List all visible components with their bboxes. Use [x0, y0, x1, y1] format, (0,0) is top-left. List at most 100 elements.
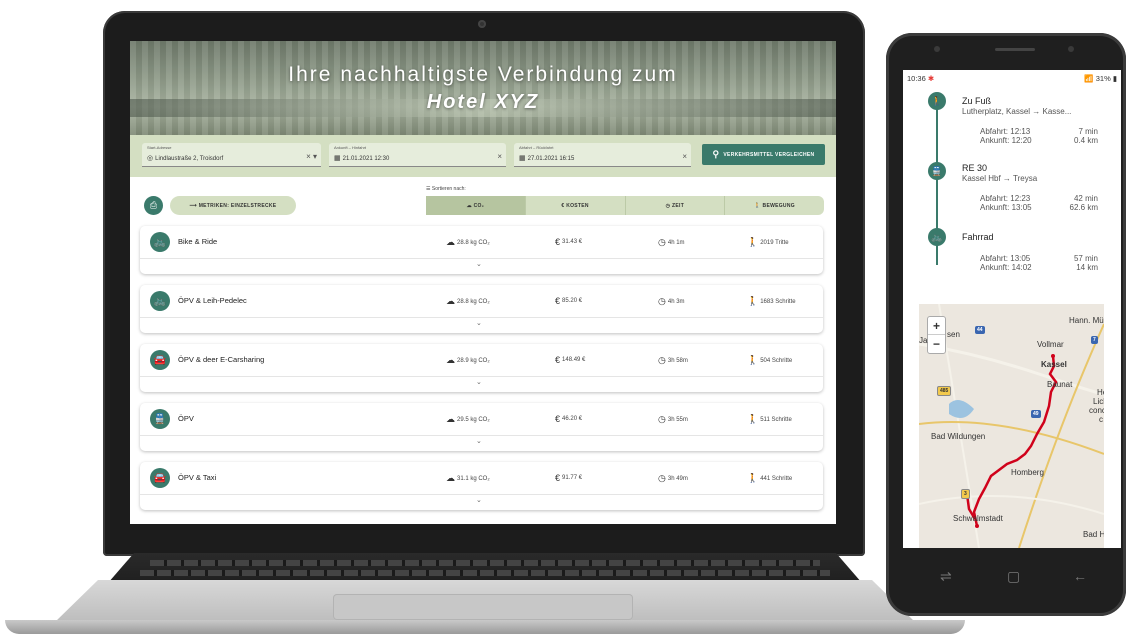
map-graphic	[919, 304, 1104, 548]
recent-apps-icon[interactable]: ⇌	[940, 568, 952, 585]
road-shield: 485	[937, 386, 952, 396]
chevron-down-icon[interactable]: ⌄	[476, 319, 482, 327]
road-shield: 49	[1031, 410, 1041, 418]
row-co2: ☁ 28.8 kg CO₂	[446, 237, 490, 248]
row-co2: ☁ 31.1 kg CO₂	[446, 473, 490, 484]
row-co2: ☁ 29.5 kg CO₂	[446, 414, 490, 425]
cloud-icon: ☁	[446, 237, 455, 247]
row-co2: ☁ 28.9 kg CO₂	[446, 355, 490, 366]
stopwatch-icon: ◷	[658, 473, 666, 483]
tab-label: KOSTEN	[566, 202, 589, 209]
route-map[interactable]: + − Hann. Mü Vollmar Kassel Baunat He Li…	[919, 304, 1104, 548]
chevron-down-icon[interactable]: ⌄	[476, 496, 482, 504]
field-value: 21.01.2021 12:30	[342, 156, 390, 162]
tab-label: CO₂	[473, 202, 485, 209]
tab-cost[interactable]: € KOSTEN	[526, 196, 626, 215]
start-address-field[interactable]: Start-Adresse ◎ Lindlaustraße 2, Troisdor…	[142, 143, 321, 167]
search-bar: Start-Adresse ◎ Lindlaustraße 2, Troisdor…	[130, 135, 836, 177]
map-label: Hann. Mü	[1069, 316, 1104, 325]
tab-co2[interactable]: ☁ CO₂	[426, 196, 526, 215]
map-label: Homberg	[1011, 468, 1044, 477]
search-icon: ⚲	[712, 149, 720, 159]
row-cost: €91.77 €	[555, 473, 582, 483]
cloud-icon: ☁	[446, 296, 455, 306]
row-co2-value: 29.5 kg CO₂	[457, 416, 490, 423]
walk-icon: 🚶	[928, 92, 946, 110]
leg-duration: 42 min	[1073, 194, 1098, 203]
cloud-icon: ☁	[446, 355, 455, 365]
tab-label: BEWEGUNG	[762, 202, 795, 209]
map-label: Ja	[919, 336, 928, 345]
metric-button[interactable]: ⟶ METRIKEN: EINZELSTRECKE	[170, 196, 296, 215]
row-co2-value: 28.9 kg CO₂	[457, 357, 490, 364]
tab-time[interactable]: ◷ ZEIT	[626, 196, 726, 215]
row-movement: 🚶 511 Schritte	[747, 414, 792, 425]
row-movement-value: 511 Schritte	[760, 416, 792, 423]
result-row[interactable]: 🚘 ÖPV & Taxi ☁ 31.1 kg CO₂ €91.77 € ◷ 3h 49m 🚶 4…	[140, 462, 823, 510]
phone-speaker	[995, 48, 1035, 51]
chevron-down-icon[interactable]: ⌄	[476, 378, 482, 386]
target-icon: ◎	[147, 155, 154, 162]
bike-icon: 🚲	[928, 228, 946, 246]
row-cost: €46.20 €	[555, 414, 582, 424]
laptop-camera	[478, 20, 486, 28]
tab-movement[interactable]: 🚶 BEWEGUNG	[725, 196, 824, 215]
map-label: sen	[947, 330, 960, 339]
road-shield: 7	[1091, 336, 1098, 344]
back-icon[interactable]: ←	[1073, 568, 1087, 584]
cloud-icon: ☁	[446, 414, 455, 424]
row-cost-value: 46.20 €	[562, 416, 583, 422]
chevron-down-icon[interactable]: ⌄	[476, 260, 482, 268]
laptop-front-edge	[5, 620, 965, 634]
leg-departure: Abfahrt: 13:05	[980, 254, 1031, 263]
walk-icon: 🚶	[747, 296, 759, 306]
row-title: Bike & Ride	[178, 237, 218, 246]
row-movement: 🚶 1683 Schritte	[747, 296, 796, 307]
cloud-icon: ☁	[466, 202, 474, 209]
row-time: ◷ 3h 58m	[658, 355, 688, 366]
result-row[interactable]: 🚘 ÖPV & deer E-Carsharing ☁ 28.9 kg CO₂ €148…	[140, 344, 823, 392]
euro-icon: €	[555, 296, 561, 306]
train-icon: 🚆	[150, 409, 170, 429]
hero-title: Ihre nachhaltigste Verbindung zum	[288, 63, 678, 86]
row-cost: €148.49 €	[555, 355, 585, 365]
arrival-date-field[interactable]: Ankunft – Hinfahrt ▦ 21.01.2021 12:30 ×	[329, 143, 506, 167]
clear-icon[interactable]: ×	[497, 152, 502, 161]
bike-icon: 🚲	[150, 232, 170, 252]
walk-icon: 🚶	[747, 237, 759, 247]
leg-departure: Abfahrt: 12:23	[980, 194, 1031, 203]
compare-button[interactable]: ⚲ VERKEHRSMITTEL VERGLEICHEN	[702, 144, 825, 165]
clear-icon[interactable]: ×	[682, 152, 687, 161]
result-row[interactable]: 🚲 Bike & Ride ☁ 28.8 kg CO₂ €31.43 € ◷ 4h 1m 🚶 2…	[140, 226, 823, 274]
row-co2-value: 31.1 kg CO₂	[457, 475, 490, 482]
zoom-in-button[interactable]: +	[928, 317, 945, 335]
row-cost-value: 148.49 €	[562, 357, 586, 363]
leg-distance: 0.4 km	[1073, 136, 1098, 145]
result-row[interactable]: 🚆 ÖPV ☁ 29.5 kg CO₂ €46.20 € ◷ 3h 55m 🚶 511 Schr…	[140, 403, 823, 451]
row-movement-value: 2019 Tritte	[760, 239, 789, 246]
stopwatch-icon: ◷	[658, 355, 666, 365]
home-icon[interactable]: ▢	[1007, 568, 1020, 585]
hero-banner: Ihre nachhaltigste Verbindung zum Hotel …	[130, 41, 836, 135]
result-row[interactable]: 🚲 ÖPV & Leih-Pedelec ☁ 28.8 kg CO₂ €85.20 € ◷…	[140, 285, 823, 333]
zoom-out-button[interactable]: −	[928, 335, 945, 353]
row-divider	[140, 494, 823, 495]
car-icon: 🚘	[150, 468, 170, 488]
print-button[interactable]: ⎙	[144, 196, 163, 215]
clear-dropdown-icon[interactable]: × ▾	[306, 152, 317, 161]
calendar-icon: ▦	[334, 155, 341, 162]
row-title: ÖPV & Leih-Pedelec	[178, 296, 247, 305]
row-movement: 🚶 441 Schritte	[747, 473, 792, 484]
departure-date-field[interactable]: Abfahrt – Rückfahrt ▦ 27.01.2021 16:15 ×	[514, 143, 691, 167]
walk-icon: 🚶	[747, 414, 759, 424]
laptop-touchpad	[333, 594, 633, 620]
tab-label: ZEIT	[672, 202, 685, 209]
map-label: Schwalmstadt	[953, 514, 1003, 523]
arrow-icon: ⟶	[189, 202, 199, 209]
chevron-down-icon[interactable]: ⌄	[476, 437, 482, 445]
device-mockup: Ihre nachhaltigste Verbindung zum Hotel …	[0, 0, 1137, 640]
leg-duration: 57 min	[1073, 254, 1098, 263]
row-time: ◷ 3h 49m	[658, 473, 688, 484]
row-cost: €85.20 €	[555, 296, 582, 306]
map-zoom-control: + −	[927, 316, 946, 354]
